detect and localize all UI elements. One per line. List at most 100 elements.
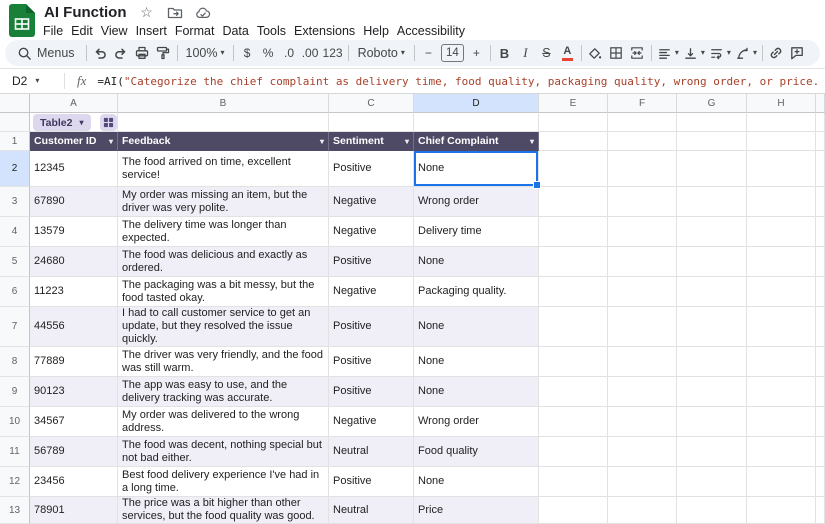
table-header-customer-id[interactable]: Customer ID▾ (30, 132, 118, 151)
empty-cell[interactable] (816, 187, 825, 217)
empty-cell[interactable] (608, 347, 677, 377)
paint-format-button[interactable] (153, 42, 174, 64)
empty-cell[interactable] (539, 467, 608, 497)
italic-button[interactable]: I (515, 42, 536, 64)
empty-cell[interactable] (608, 277, 677, 307)
cell-customer-id[interactable]: 90123 (30, 377, 118, 407)
empty-cell[interactable] (539, 377, 608, 407)
cell-customer-id[interactable]: 24680 (30, 247, 118, 277)
empty-cell[interactable] (677, 277, 747, 307)
cell-feedback[interactable]: I had to call customer service to get an… (118, 307, 329, 347)
chevron-down-icon[interactable]: ▾ (530, 135, 534, 148)
cell-chief-complaint[interactable]: Packaging quality. (414, 277, 539, 307)
cell-feedback[interactable]: The packaging was a bit messy, but the f… (118, 277, 329, 307)
row-number-4[interactable]: 4 (0, 217, 30, 247)
empty-cell[interactable] (539, 187, 608, 217)
cell-sentiment[interactable]: Negative (329, 277, 414, 307)
text-color-button[interactable]: A (557, 42, 578, 64)
cell-sentiment[interactable]: Positive (329, 467, 414, 497)
document-title[interactable]: AI Function (44, 4, 127, 21)
zoom-dropdown[interactable]: 100% ▾ (181, 42, 230, 64)
cell-sentiment[interactable]: Negative (329, 187, 414, 217)
cell-chief-complaint[interactable]: Wrong order (414, 187, 539, 217)
cell-customer-id[interactable]: 56789 (30, 437, 118, 467)
cell-feedback[interactable]: My order was delivered to the wrong addr… (118, 407, 329, 437)
empty-cell[interactable] (816, 437, 825, 467)
cell-customer-id[interactable]: 67890 (30, 187, 118, 217)
empty-cell[interactable] (608, 132, 677, 151)
empty-cell[interactable] (608, 113, 677, 132)
chevron-down-icon[interactable]: ▾ (109, 135, 113, 148)
column-letter-h[interactable]: H (747, 94, 816, 113)
menu-format[interactable]: Format (171, 23, 219, 40)
empty-cell[interactable] (539, 151, 608, 187)
column-letter-b[interactable]: B (118, 94, 329, 113)
cell-chief-complaint[interactable]: Price (414, 497, 539, 524)
empty-cell[interactable] (677, 467, 747, 497)
empty-cell[interactable] (539, 247, 608, 277)
row-number-blank[interactable] (0, 113, 30, 132)
empty-cell[interactable] (539, 307, 608, 347)
empty-cell[interactable] (747, 247, 816, 277)
cell-feedback[interactable]: The food arrived on time, excellent serv… (118, 151, 329, 187)
empty-cell[interactable] (677, 113, 747, 132)
empty-cell[interactable] (816, 467, 825, 497)
borders-button[interactable] (606, 42, 627, 64)
cell-feedback[interactable]: The food was decent, nothing special but… (118, 437, 329, 467)
column-letter-d[interactable]: D (414, 94, 539, 113)
cell-sentiment[interactable]: Positive (329, 151, 414, 187)
empty-cell[interactable] (747, 187, 816, 217)
cell-chief-complaint[interactable]: Wrong order (414, 407, 539, 437)
row-number-2[interactable]: 2 (0, 151, 30, 187)
cell-customer-id[interactable]: 44556 (30, 307, 118, 347)
cell-feedback[interactable]: The driver was very friendly, and the fo… (118, 347, 329, 377)
insert-comment-button[interactable] (787, 42, 808, 64)
empty-cell[interactable] (608, 217, 677, 247)
search-menus-button[interactable]: Menus (11, 42, 83, 64)
empty-cell[interactable] (816, 377, 825, 407)
cell-customer-id[interactable]: 77889 (30, 347, 118, 377)
empty-cell[interactable] (677, 437, 747, 467)
cell-feedback[interactable]: My order was missing an item, but the dr… (118, 187, 329, 217)
cell-feedback[interactable]: The app was easy to use, and the deliver… (118, 377, 329, 407)
empty-cell[interactable] (608, 377, 677, 407)
increase-font-size-button[interactable]: + (466, 42, 487, 64)
row-number-1[interactable]: 1 (0, 132, 30, 151)
strikethrough-button[interactable]: S (536, 42, 557, 64)
grid-corner[interactable] (0, 94, 30, 113)
horizontal-align-button[interactable]: ▾ (655, 42, 681, 64)
sheets-logo-icon[interactable] (9, 4, 35, 37)
empty-cell[interactable] (816, 497, 825, 524)
empty-cell[interactable] (747, 113, 816, 132)
empty-cell[interactable] (608, 467, 677, 497)
cell-sentiment[interactable]: Positive (329, 307, 414, 347)
empty-cell[interactable] (608, 437, 677, 467)
insert-link-button[interactable] (766, 42, 787, 64)
empty-cell[interactable] (608, 151, 677, 187)
cell-chief-complaint[interactable]: None (414, 467, 539, 497)
cell-customer-id[interactable]: 11223 (30, 277, 118, 307)
empty-cell[interactable] (539, 407, 608, 437)
chevron-down-icon[interactable]: ▾ (320, 135, 324, 148)
empty-cell[interactable] (816, 347, 825, 377)
empty-cell[interactable] (677, 347, 747, 377)
empty-cell[interactable] (816, 407, 825, 437)
menu-edit[interactable]: Edit (67, 23, 97, 40)
cell-customer-id[interactable]: 12345 (30, 151, 118, 187)
menu-tools[interactable]: Tools (253, 23, 290, 40)
cell-feedback[interactable]: Best food delivery experience I've had i… (118, 467, 329, 497)
empty-cell[interactable] (539, 497, 608, 524)
cell-chief-complaint[interactable]: Delivery time (414, 217, 539, 247)
table-name-chip[interactable]: Table2 ▾ (33, 114, 91, 131)
cell-sentiment[interactable]: Positive (329, 247, 414, 277)
star-icon[interactable]: ☆ (139, 5, 155, 21)
menu-accessibility[interactable]: Accessibility (393, 23, 469, 40)
table-header-feedback[interactable]: Feedback▾ (118, 132, 329, 151)
empty-cell[interactable] (747, 277, 816, 307)
row-number-9[interactable]: 9 (0, 377, 30, 407)
cell-chief-complaint[interactable]: Food quality (414, 437, 539, 467)
cell-sentiment[interactable]: Neutral (329, 497, 414, 524)
text-rotation-button[interactable]: ▾ (733, 42, 759, 64)
row-number-7[interactable]: 7 (0, 307, 30, 347)
formula-input[interactable]: =AI("Categorize the chief complaint as d… (97, 75, 825, 88)
